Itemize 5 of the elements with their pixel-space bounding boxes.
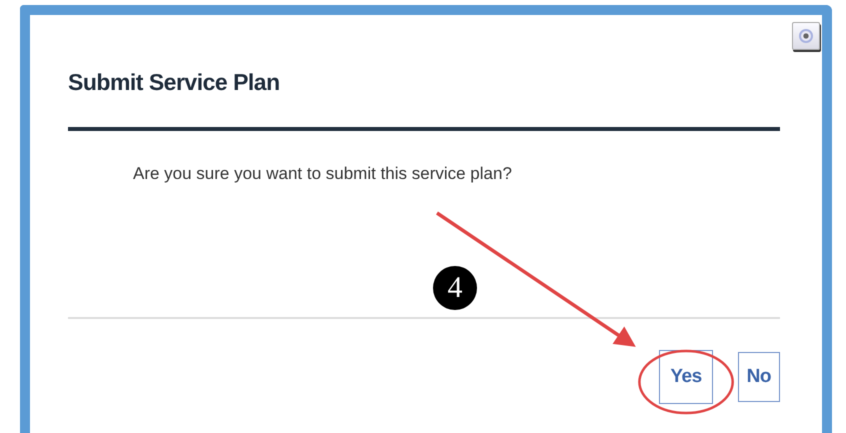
dialog-button[interactable]: No (738, 352, 780, 402)
close-button[interactable] (792, 22, 820, 50)
dialog-message: Are you sure you want to submit this service plan? (133, 164, 513, 184)
dialog-button[interactable]: Yes (659, 350, 713, 404)
dialog-title: Submit Service Plan (68, 68, 281, 97)
